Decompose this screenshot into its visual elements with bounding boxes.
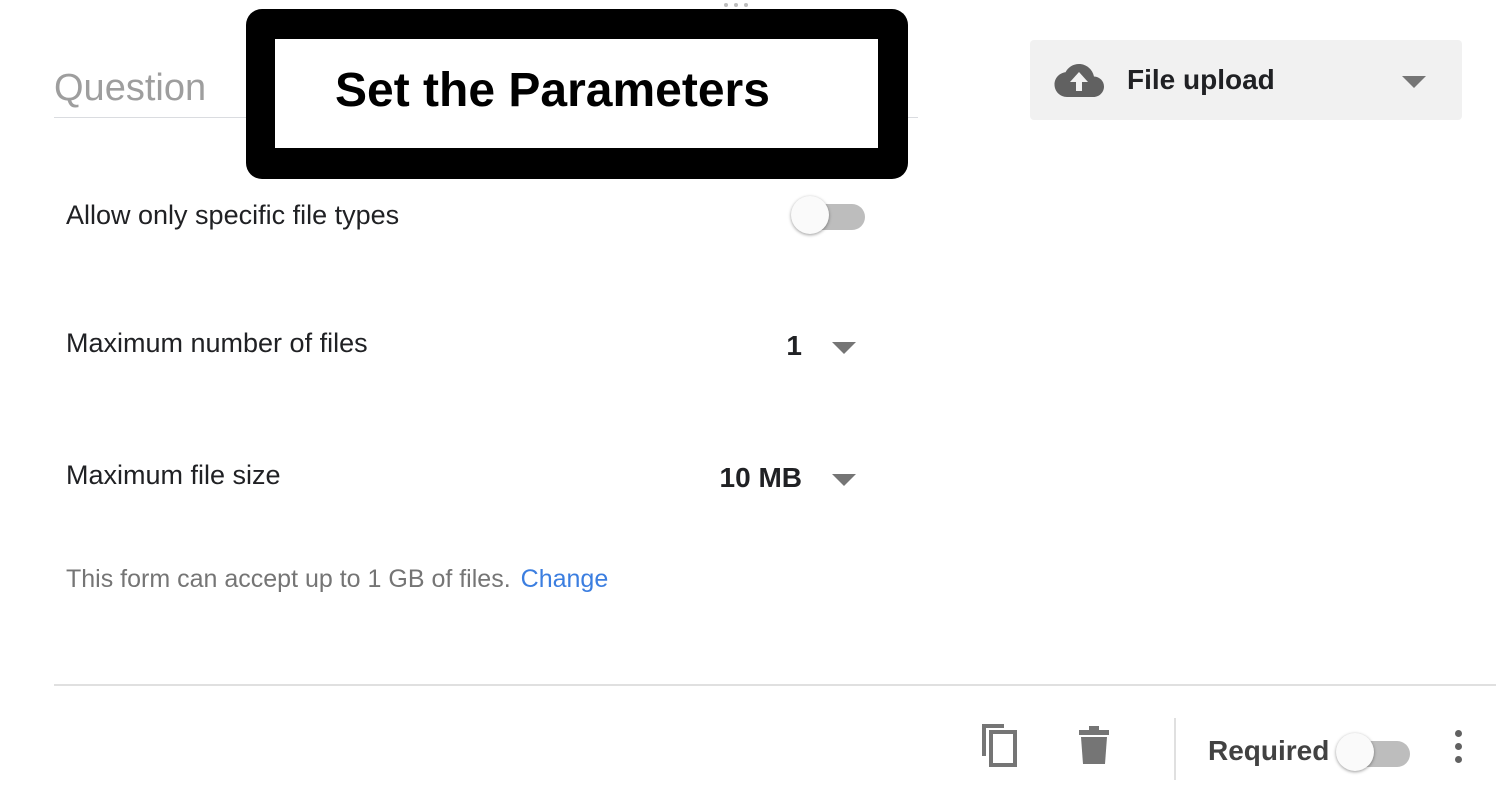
callout-text: Set the Parameters — [335, 64, 770, 117]
copy-icon[interactable] — [974, 720, 1022, 772]
max-size-value: 10 MB — [719, 462, 802, 493]
chevron-down-icon — [832, 474, 856, 486]
specific-types-label: Allow only specific file types — [66, 200, 400, 230]
specific-types-toggle[interactable] — [791, 194, 867, 234]
toggle-thumb — [1336, 733, 1374, 771]
drag-dot — [734, 3, 738, 7]
footer-divider — [54, 684, 1496, 686]
change-limit-link[interactable]: Change — [521, 565, 609, 593]
more-vert-icon[interactable] — [1446, 730, 1470, 770]
callout-box: Set the Parameters — [246, 9, 908, 179]
upload-limit-note: This form can accept up to 1 GB of files… — [66, 563, 608, 595]
trash-icon[interactable] — [1070, 720, 1118, 772]
cloud-upload-icon — [1054, 64, 1104, 97]
max-size-select[interactable]: 10 MB — [700, 458, 856, 498]
upload-limit-text: This form can accept up to 1 GB of files… — [66, 565, 511, 593]
max-size-label: Maximum file size — [66, 460, 281, 490]
drag-handle[interactable] — [724, 0, 760, 8]
callout-inner: Set the Parameters — [275, 39, 878, 148]
required-label: Required — [1208, 735, 1330, 766]
max-files-label: Maximum number of files — [66, 328, 368, 358]
required-toggle[interactable] — [1336, 731, 1412, 771]
drag-dot — [724, 3, 728, 7]
toggle-thumb — [791, 196, 829, 234]
more-dot — [1454, 743, 1462, 750]
drag-dot — [744, 3, 748, 7]
max-files-select[interactable]: 1 — [720, 326, 856, 366]
chevron-down-icon — [832, 342, 856, 354]
more-dot — [1454, 730, 1462, 737]
question-input[interactable]: Question — [54, 64, 206, 112]
chevron-down-icon — [1402, 76, 1426, 88]
question-type-select[interactable]: File upload — [1030, 40, 1462, 120]
max-files-value: 1 — [786, 330, 802, 361]
question-type-label: File upload — [1127, 64, 1275, 95]
more-dot — [1454, 756, 1462, 763]
footer-separator — [1174, 718, 1176, 780]
